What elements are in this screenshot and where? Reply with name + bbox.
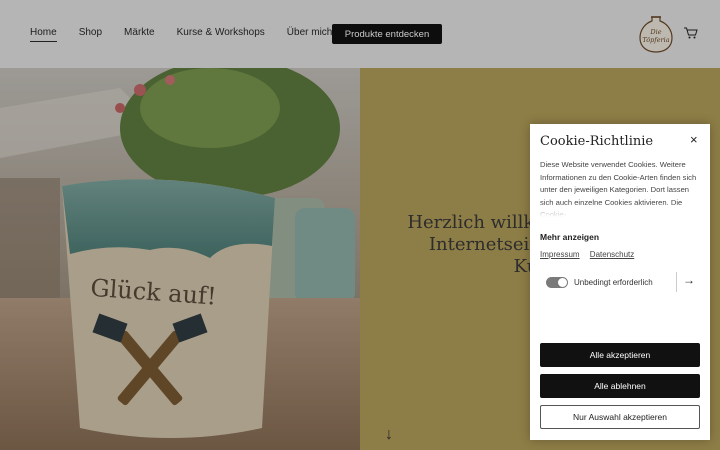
mehr-anzeigen-link[interactable]: Mehr anzeigen <box>540 232 599 242</box>
svg-text:Die: Die <box>649 28 661 36</box>
nav-item-shop[interactable]: Shop <box>79 27 102 38</box>
accept-all-button[interactable]: Alle akzeptieren <box>540 343 700 367</box>
logo[interactable]: Die Töpferia <box>638 14 674 54</box>
necessary-label: Unbedingt erforderlich <box>574 277 653 287</box>
impressum-link[interactable]: Impressum <box>540 250 580 259</box>
arrow-right-icon[interactable]: → <box>683 273 695 287</box>
cookie-dialog: Cookie-Richtlinie × Diese Website verwen… <box>530 124 710 440</box>
close-icon[interactable]: × <box>690 132 698 147</box>
nav-item-ueber-mich[interactable]: Über mich <box>287 27 333 38</box>
svg-text:Töpferia: Töpferia <box>642 36 669 44</box>
cookie-title: Cookie-Richtlinie <box>540 134 654 149</box>
scroll-down-icon[interactable]: ↓ <box>385 426 393 444</box>
produkte-entdecken-button[interactable]: Produkte entdecken <box>332 24 442 44</box>
cart-icon[interactable] <box>684 27 698 39</box>
reject-all-button[interactable]: Alle ablehnen <box>540 374 700 398</box>
nav-item-maerkte[interactable]: Märkte <box>124 27 155 38</box>
cookie-description: Diese Website verwendet Cookies. Weitere… <box>540 159 702 217</box>
nav-item-home[interactable]: Home <box>30 27 57 42</box>
divider <box>676 272 677 292</box>
hero-image: Glück auf! <box>0 68 360 450</box>
cookie-category-row: Unbedingt erforderlich → <box>540 270 702 294</box>
accept-selection-button[interactable]: Nur Auswahl akzeptieren <box>540 405 700 429</box>
cookie-links: Impressum Datenschutz <box>540 250 642 259</box>
necessary-toggle[interactable] <box>546 276 568 288</box>
site-header: Home Shop Märkte Kurse & Workshops Über … <box>0 0 720 68</box>
datenschutz-link[interactable]: Datenschutz <box>590 250 634 259</box>
main-nav: Home Shop Märkte Kurse & Workshops Über … <box>30 27 354 42</box>
nav-item-kurse[interactable]: Kurse & Workshops <box>177 27 265 38</box>
